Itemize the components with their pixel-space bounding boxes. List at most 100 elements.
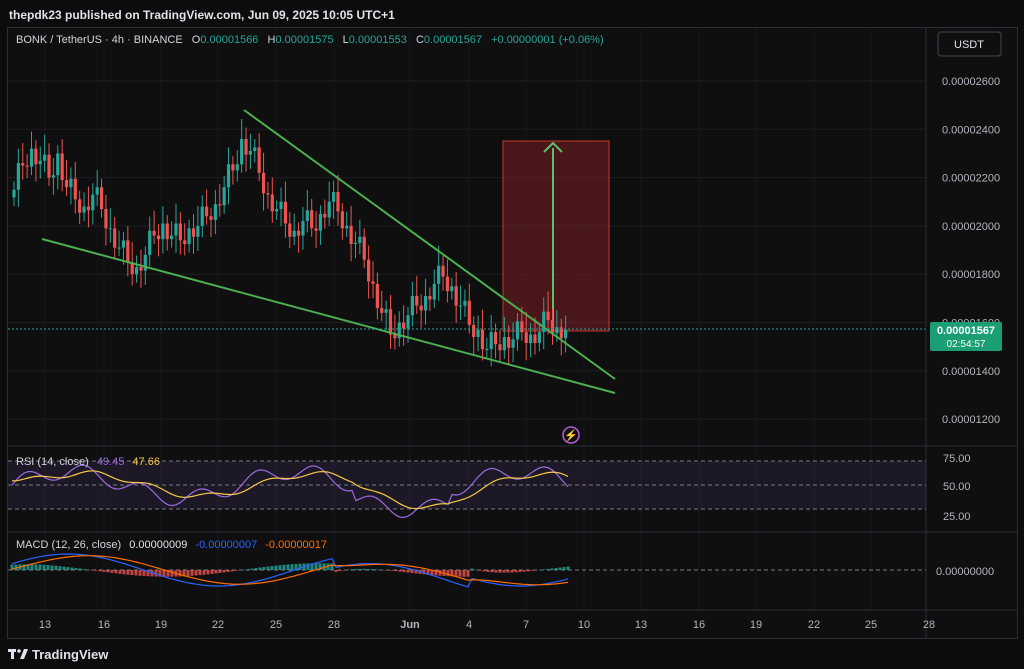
macd-bar [398,570,402,572]
macd-bar [50,565,54,570]
macd-bar [410,570,414,574]
macd-bar [190,570,194,576]
macd-bar [354,568,358,570]
publisher-bar: thepdk23 published on TradingView.com, J… [0,0,1024,27]
macd-bar [538,569,542,571]
target-box [502,140,610,332]
macd-bar [282,564,286,570]
macd-bar [78,568,82,570]
macd-bar [222,570,226,573]
macd-bar [362,568,366,570]
footer-bar: TradingView [0,639,1024,669]
macd-bar [378,569,382,571]
macd-bar [286,564,290,570]
macd-bar [62,566,66,570]
macd-bar [274,565,278,570]
macd-bar [30,564,34,570]
macd-bar [506,570,510,573]
time-tick: 25 [270,619,282,631]
time-tick: 10 [578,619,590,631]
macd-bar [74,568,78,570]
macd-bar [186,570,190,577]
legend-open: 0.00001566 [200,34,258,46]
macd-bar [510,570,514,573]
macd-bar [38,564,42,570]
macd-bar [346,569,350,571]
macd-bar [554,567,558,570]
macd-bar [342,570,346,571]
brand-name: TradingView [32,647,109,662]
macd-bar [550,568,554,570]
time-tick: 22 [808,619,820,631]
macd-bar [226,570,230,572]
time-tick: 28 [328,619,340,631]
last-price-value: 0.00001567 [937,325,995,337]
macd-bar [390,570,394,571]
legend-low: 0.00001553 [349,34,407,46]
rsi-tick-50: 50.00 [943,481,971,493]
macd-bar [98,570,102,572]
macd-bar [306,563,310,570]
rsi-tick-25: 25.00 [943,511,971,523]
macd-bar [278,565,282,570]
time-tick: 28 [923,619,935,631]
macd-bar [494,570,498,573]
macd-bar [202,570,206,575]
macd-bar [206,570,210,575]
macd-bar [370,569,374,570]
macd-bar [482,570,486,572]
macd-bar [394,570,398,572]
macd-bar [558,567,562,570]
macd-bar [498,570,502,573]
macd-bar [386,570,390,571]
macd-bar [254,568,258,570]
macd-bar [114,570,118,574]
tradingview-logo-icon [8,649,28,659]
macd-bar [470,568,474,570]
time-tick: 22 [212,619,224,631]
macd-bar [134,570,138,576]
macd-bar [514,570,518,573]
price-tick: 0.00001200 [942,414,1000,426]
macd-bar [90,570,94,571]
macd-bar [446,570,450,577]
macd-bar [562,567,566,570]
macd-bar [454,570,458,577]
macd-bar [258,567,262,570]
macd-bar [566,566,570,570]
macd-bar [46,565,50,570]
legend-symbol: BONK / TetherUS · 4h · BINANCE [16,34,183,46]
legend-high: 0.00001575 [275,34,333,46]
macd-bar [242,569,246,571]
chart-svg[interactable]: ⚡ 0.00002600 0.00002400 0.00002200 0.000020… [8,28,1017,638]
macd-bar [334,570,338,572]
macd-bar [250,568,254,570]
price-tick: 0.00001400 [942,366,1000,378]
macd-bar [110,570,114,573]
macd-bar [546,568,550,570]
price-tick: 0.00001800 [942,269,1000,281]
macd-bar [210,570,214,574]
macd-bar [366,568,370,570]
price-tick: 0.00002000 [942,221,1000,233]
macd-bar [106,570,110,573]
macd-bar [238,570,242,571]
chart-container[interactable]: ⚡ 0.00002600 0.00002400 0.00002200 0.000020… [7,27,1018,639]
macd-bar [462,570,466,577]
macd-bar [22,564,26,570]
macd-bar [234,570,238,571]
macd-bar [54,565,58,570]
time-tick: 19 [155,619,167,631]
time-tick: 13 [635,619,647,631]
macd-bar [138,570,142,576]
macd-bar [218,570,222,573]
macd-bar [486,570,490,572]
macd-bar [246,569,250,570]
macd-bar [382,569,386,571]
macd-bar [270,566,274,570]
macd-bar [402,570,406,573]
time-tick: 19 [750,619,762,631]
macd-bar [130,570,134,576]
macd-bar [542,569,546,570]
macd-bar [534,570,538,571]
